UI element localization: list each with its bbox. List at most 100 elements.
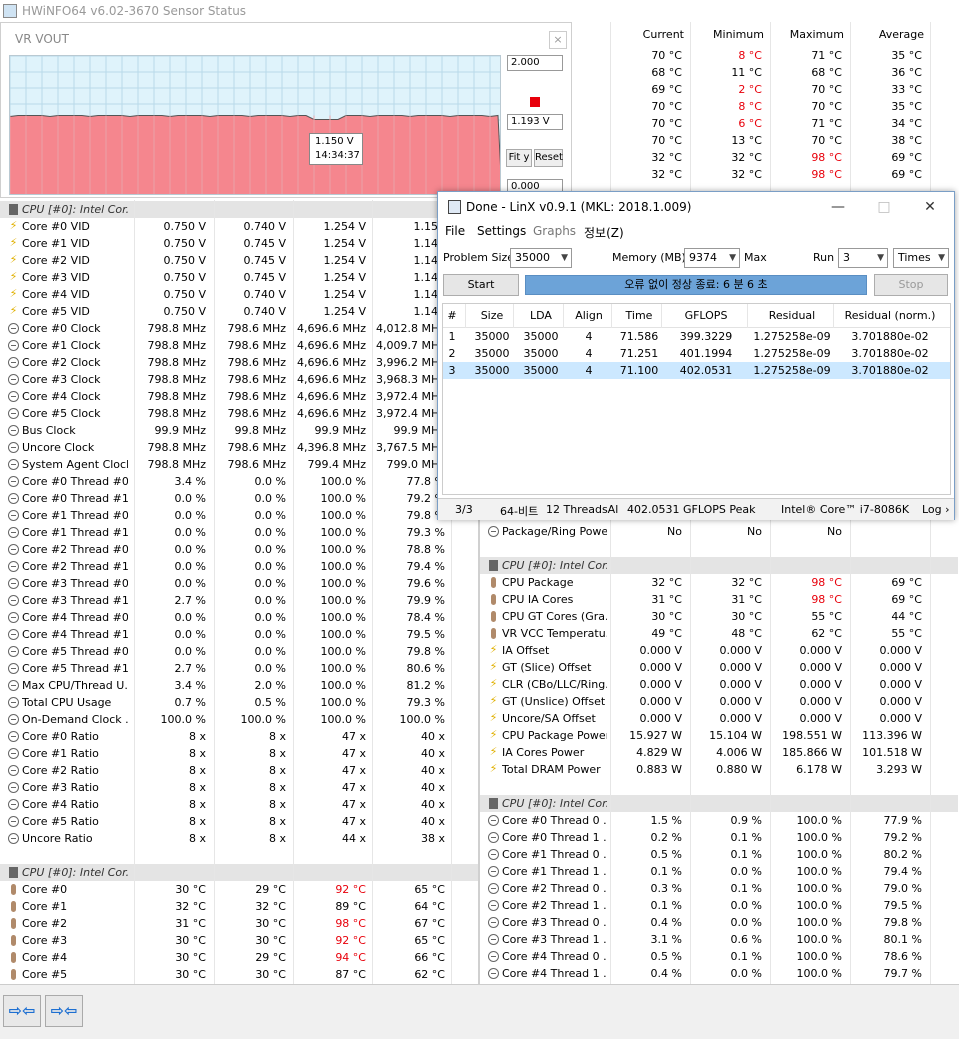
graph-window[interactable]: VR VOUT × 2.000 1.193 V Fit y Reset 0.00… <box>0 22 572 198</box>
sensor-row[interactable]: Core #3 Thread #0... 0.0 % 0.0 % 100.0 % 79.… <box>0 575 478 592</box>
sensor-row[interactable]: Uncore Ratio 8 x 8 x 44 x 38 x <box>0 830 478 847</box>
maximize-icon[interactable]: □ <box>874 198 894 216</box>
sensor-row[interactable]: Core #2 Thread #1... 0.0 % 0.0 % 100.0 % 79.… <box>0 558 478 575</box>
table-row[interactable]: 1 35000 35000 4 71.586 399.3229 1.275258e-09 3.… <box>443 328 950 345</box>
sensor-row[interactable]: ⚡ IA Cores Power 4.829 W 4.006 W 185.866 W 10… <box>480 744 958 761</box>
sensor-row[interactable]: ⚡ GT (Slice) Offset 0.000 V 0.000 V 0.000 V 0… <box>480 659 958 676</box>
sensor-row[interactable]: Core #1 Thread #1... 0.0 % 0.0 % 100.0 % 79.… <box>0 524 478 541</box>
sensor-row[interactable]: ⚡ IA Offset 0.000 V 0.000 V 0.000 V 0.000 V <box>480 642 958 659</box>
sensor-row[interactable]: Core #4 Thread 0 ... 0.5 % 0.1 % 100.0 % 78.… <box>480 948 958 965</box>
sensor-row[interactable]: Package/Ring Powe... No No No <box>480 523 958 540</box>
results-table[interactable]: # Size LDA Align Time GFLOPS Residual Residual … <box>442 303 951 495</box>
sensor-row[interactable]: Core #3 30 °C 30 °C 92 °C 65 °C <box>0 932 478 949</box>
col-current[interactable]: Current <box>604 26 684 43</box>
sensor-row[interactable]: Core #0 Thread 0 ... 1.5 % 0.9 % 100.0 % 77.… <box>480 812 958 829</box>
sensor-row[interactable]: Core #4 Ratio 8 x 8 x 47 x 40 x <box>0 796 478 813</box>
minimize-icon[interactable]: — <box>828 198 848 216</box>
col-average[interactable]: Average <box>844 26 924 43</box>
sensor-row[interactable]: Max CPU/Thread U... 3.4 % 2.0 % 100.0 % 81.2… <box>0 677 478 694</box>
sensor-row[interactable]: ⚡ Core #0 VID 0.750 V 0.740 V 1.254 V 1.150 <box>0 218 478 235</box>
max-label[interactable]: Max <box>744 251 767 264</box>
sensor-row[interactable]: Core #3 Thread 0 ... 0.4 % 0.0 % 100.0 % 79.… <box>480 914 958 931</box>
menu-settings[interactable]: Settings <box>477 224 526 238</box>
menu-file[interactable]: File <box>445 224 465 238</box>
sensor-row[interactable]: ⚡ Core #3 VID 0.750 V 0.745 V 1.254 V 1.144 <box>0 269 478 286</box>
sensor-row[interactable]: CPU IA Cores 31 °C 31 °C 98 °C 69 °C <box>480 591 958 608</box>
sensor-row[interactable]: Core #1 32 °C 32 °C 89 °C 64 °C <box>0 898 478 915</box>
sensor-row[interactable]: Core #0 Thread 1 ... 0.2 % 0.1 % 100.0 % 79.… <box>480 829 958 846</box>
sensor-row[interactable]: Bus Clock 99.9 MHz 99.8 MHz 99.9 MHz 99.9 MH… <box>0 422 478 439</box>
sensor-row[interactable]: Core #4 30 °C 29 °C 94 °C 66 °C <box>0 949 478 966</box>
sensor-row[interactable]: Core #1 Ratio 8 x 8 x 47 x 40 x <box>0 745 478 762</box>
sensor-row[interactable]: ⚡ Uncore/SA Offset 0.000 V 0.000 V 0.000 V 0.… <box>480 710 958 727</box>
sensor-row[interactable]: CPU Package 32 °C 32 °C 98 °C 69 °C <box>480 574 958 591</box>
sensor-row[interactable]: ⚡ GT (Unslice) Offset 0.000 V 0.000 V 0.000 … <box>480 693 958 710</box>
sensor-row[interactable]: Core #2 Thread 0 ... 0.3 % 0.1 % 100.0 % 79.… <box>480 880 958 897</box>
sensor-row[interactable]: Core #3 Thread 1 ... 3.1 % 0.6 % 100.0 % 80.… <box>480 931 958 948</box>
sensor-row[interactable]: ⚡ CPU Package Power 15.927 W 15.104 W 198.55… <box>480 727 958 744</box>
header-cell[interactable]: Time <box>615 304 663 328</box>
times-select[interactable]: Times ▼ <box>893 248 949 268</box>
sensor-row[interactable]: Core #1 Thread 0 ... 0.5 % 0.1 % 100.0 % 80.… <box>480 846 958 863</box>
graph-max-field[interactable]: 2.000 <box>507 55 563 71</box>
col-maximum[interactable]: Maximum <box>764 26 844 43</box>
stop-button[interactable]: Stop <box>874 274 948 296</box>
sensor-row[interactable]: Core #3 Ratio 8 x 8 x 47 x 40 x <box>0 779 478 796</box>
collapse-arrows-icon[interactable]: ⇨⇦ <box>3 995 41 1027</box>
sensor-row[interactable]: Core #2 31 °C 30 °C 98 °C 67 °C <box>0 915 478 932</box>
sensor-row[interactable]: Core #3 Clock 798.8 MHz 798.6 MHz 4,696.6 M… <box>0 371 478 388</box>
sensor-row[interactable]: Core #5 Clock 798.8 MHz 798.6 MHz 4,696.6 M… <box>0 405 478 422</box>
sensor-row[interactable]: Core #2 Clock 798.8 MHz 798.6 MHz 4,696.6 M… <box>0 354 478 371</box>
sensor-row[interactable]: Core #4 Clock 798.8 MHz 798.6 MHz 4,696.6 M… <box>0 388 478 405</box>
sensor-row[interactable]: ⚡ Core #1 VID 0.750 V 0.745 V 1.254 V 1.149 <box>0 235 478 252</box>
sensor-row[interactable]: Core #0 Thread #0... 3.4 % 0.0 % 100.0 % 77.… <box>0 473 478 490</box>
sensor-row[interactable]: Core #3 Thread #1... 2.7 % 0.0 % 100.0 % 79.… <box>0 592 478 609</box>
fit-y-button[interactable]: Fit y <box>506 149 532 167</box>
menu-info[interactable]: 정보(Z) <box>584 224 624 241</box>
group-header[interactable]: CPU [#0]: Intel Cor... <box>0 201 478 218</box>
sensor-row[interactable]: ⚡ Total DRAM Power 0.883 W 0.880 W 6.178 W 3.… <box>480 761 958 778</box>
sensor-row[interactable]: ⚡ Core #2 VID 0.750 V 0.745 V 1.254 V 1.147 <box>0 252 478 269</box>
sensor-row[interactable]: Core #1 Thread #0... 0.0 % 0.0 % 100.0 % 79.… <box>0 507 478 524</box>
header-cell[interactable]: # <box>443 304 461 328</box>
sensor-row[interactable]: Core #4 Thread 1 ... 0.4 % 0.0 % 100.0 % 79.… <box>480 965 958 982</box>
reset-button[interactable]: Reset <box>534 149 563 167</box>
graph-close-button[interactable]: × <box>549 31 567 49</box>
problem-size-select[interactable]: 35000 ▼ <box>510 248 572 268</box>
sensor-row[interactable]: On-Demand Clock ... 100.0 % 100.0 % 100.0 %… <box>0 711 478 728</box>
sensor-row[interactable]: VR VCC Temperatu... 49 °C 48 °C 62 °C 55 °C <box>480 625 958 642</box>
sensor-row[interactable]: Uncore Clock 798.8 MHz 798.6 MHz 4,396.8 MH… <box>0 439 478 456</box>
header-cell[interactable]: Residual (norm.) <box>835 304 945 328</box>
table-row[interactable]: 3 35000 35000 4 71.100 402.0531 1.275258e-09 3.… <box>443 362 950 379</box>
linx-window[interactable]: Done - LinX v0.9.1 (MKL: 2018.1.009) — □… <box>437 191 955 520</box>
sensor-row[interactable]: Core #5 30 °C 30 °C 87 °C 62 °C <box>0 966 478 983</box>
sensor-row[interactable]: Total CPU Usage 0.7 % 0.5 % 100.0 % 79.3 % <box>0 694 478 711</box>
sensor-row[interactable]: Core #1 Clock 798.8 MHz 798.6 MHz 4,696.6 M… <box>0 337 478 354</box>
sensor-row[interactable]: Core #0 Ratio 8 x 8 x 47 x 40 x <box>0 728 478 745</box>
sensor-row[interactable]: Core #2 Thread 1 ... 0.1 % 0.0 % 100.0 % 79.… <box>480 897 958 914</box>
series-color-swatch[interactable] <box>530 97 540 107</box>
run-select[interactable]: 3 ▼ <box>838 248 888 268</box>
sensor-row[interactable]: ⚡ Core #5 VID 0.750 V 0.740 V 1.254 V 1.145 <box>0 303 478 320</box>
expand-arrows-icon[interactable]: ⇨⇦ <box>45 995 83 1027</box>
memory-select[interactable]: 9374 ▼ <box>684 248 740 268</box>
header-cell[interactable]: Residual <box>749 304 835 328</box>
left-sensor-panel[interactable]: CPU [#0]: Intel Cor... ⚡ Core #0 VID 0.750 … <box>0 200 478 984</box>
sensor-row[interactable]: Core #5 Ratio 8 x 8 x 47 x 40 x <box>0 813 478 830</box>
linx-titlebar[interactable]: Done - LinX v0.9.1 (MKL: 2018.1.009) — □… <box>438 192 954 222</box>
sensor-row[interactable]: ⚡ CLR (CBo/LLC/Ring... 0.000 V 0.000 V 0.000… <box>480 676 958 693</box>
header-cell[interactable]: GFLOPS <box>663 304 749 328</box>
sensor-row[interactable]: Core #0 Clock 798.8 MHz 798.6 MHz 4,696.6 M… <box>0 320 478 337</box>
sensor-row[interactable]: Core #2 Ratio 8 x 8 x 47 x 40 x <box>0 762 478 779</box>
close-icon[interactable]: ✕ <box>920 198 940 216</box>
header-cell[interactable]: Align <box>567 304 611 328</box>
sensor-row[interactable]: Core #2 Thread #0... 0.0 % 0.0 % 100.0 % 78.… <box>0 541 478 558</box>
menu-graphs[interactable]: Graphs <box>533 224 576 238</box>
sensor-row[interactable]: Core #0 30 °C 29 °C 92 °C 65 °C <box>0 881 478 898</box>
header-cell[interactable]: LDA <box>517 304 565 328</box>
sensor-row[interactable]: Core #4 Thread #1... 0.0 % 0.0 % 100.0 % 79.… <box>0 626 478 643</box>
sensor-row[interactable]: ⚡ Core #4 VID 0.750 V 0.740 V 1.254 V 1.145 <box>0 286 478 303</box>
table-row[interactable]: 2 35000 35000 4 71.251 401.1994 1.275258e-09 3.… <box>443 345 950 362</box>
sensor-row[interactable]: Core #4 Thread #0... 0.0 % 0.0 % 100.0 % 78.… <box>0 609 478 626</box>
group-header[interactable]: CPU [#0]: Intel Cor... <box>480 557 958 574</box>
